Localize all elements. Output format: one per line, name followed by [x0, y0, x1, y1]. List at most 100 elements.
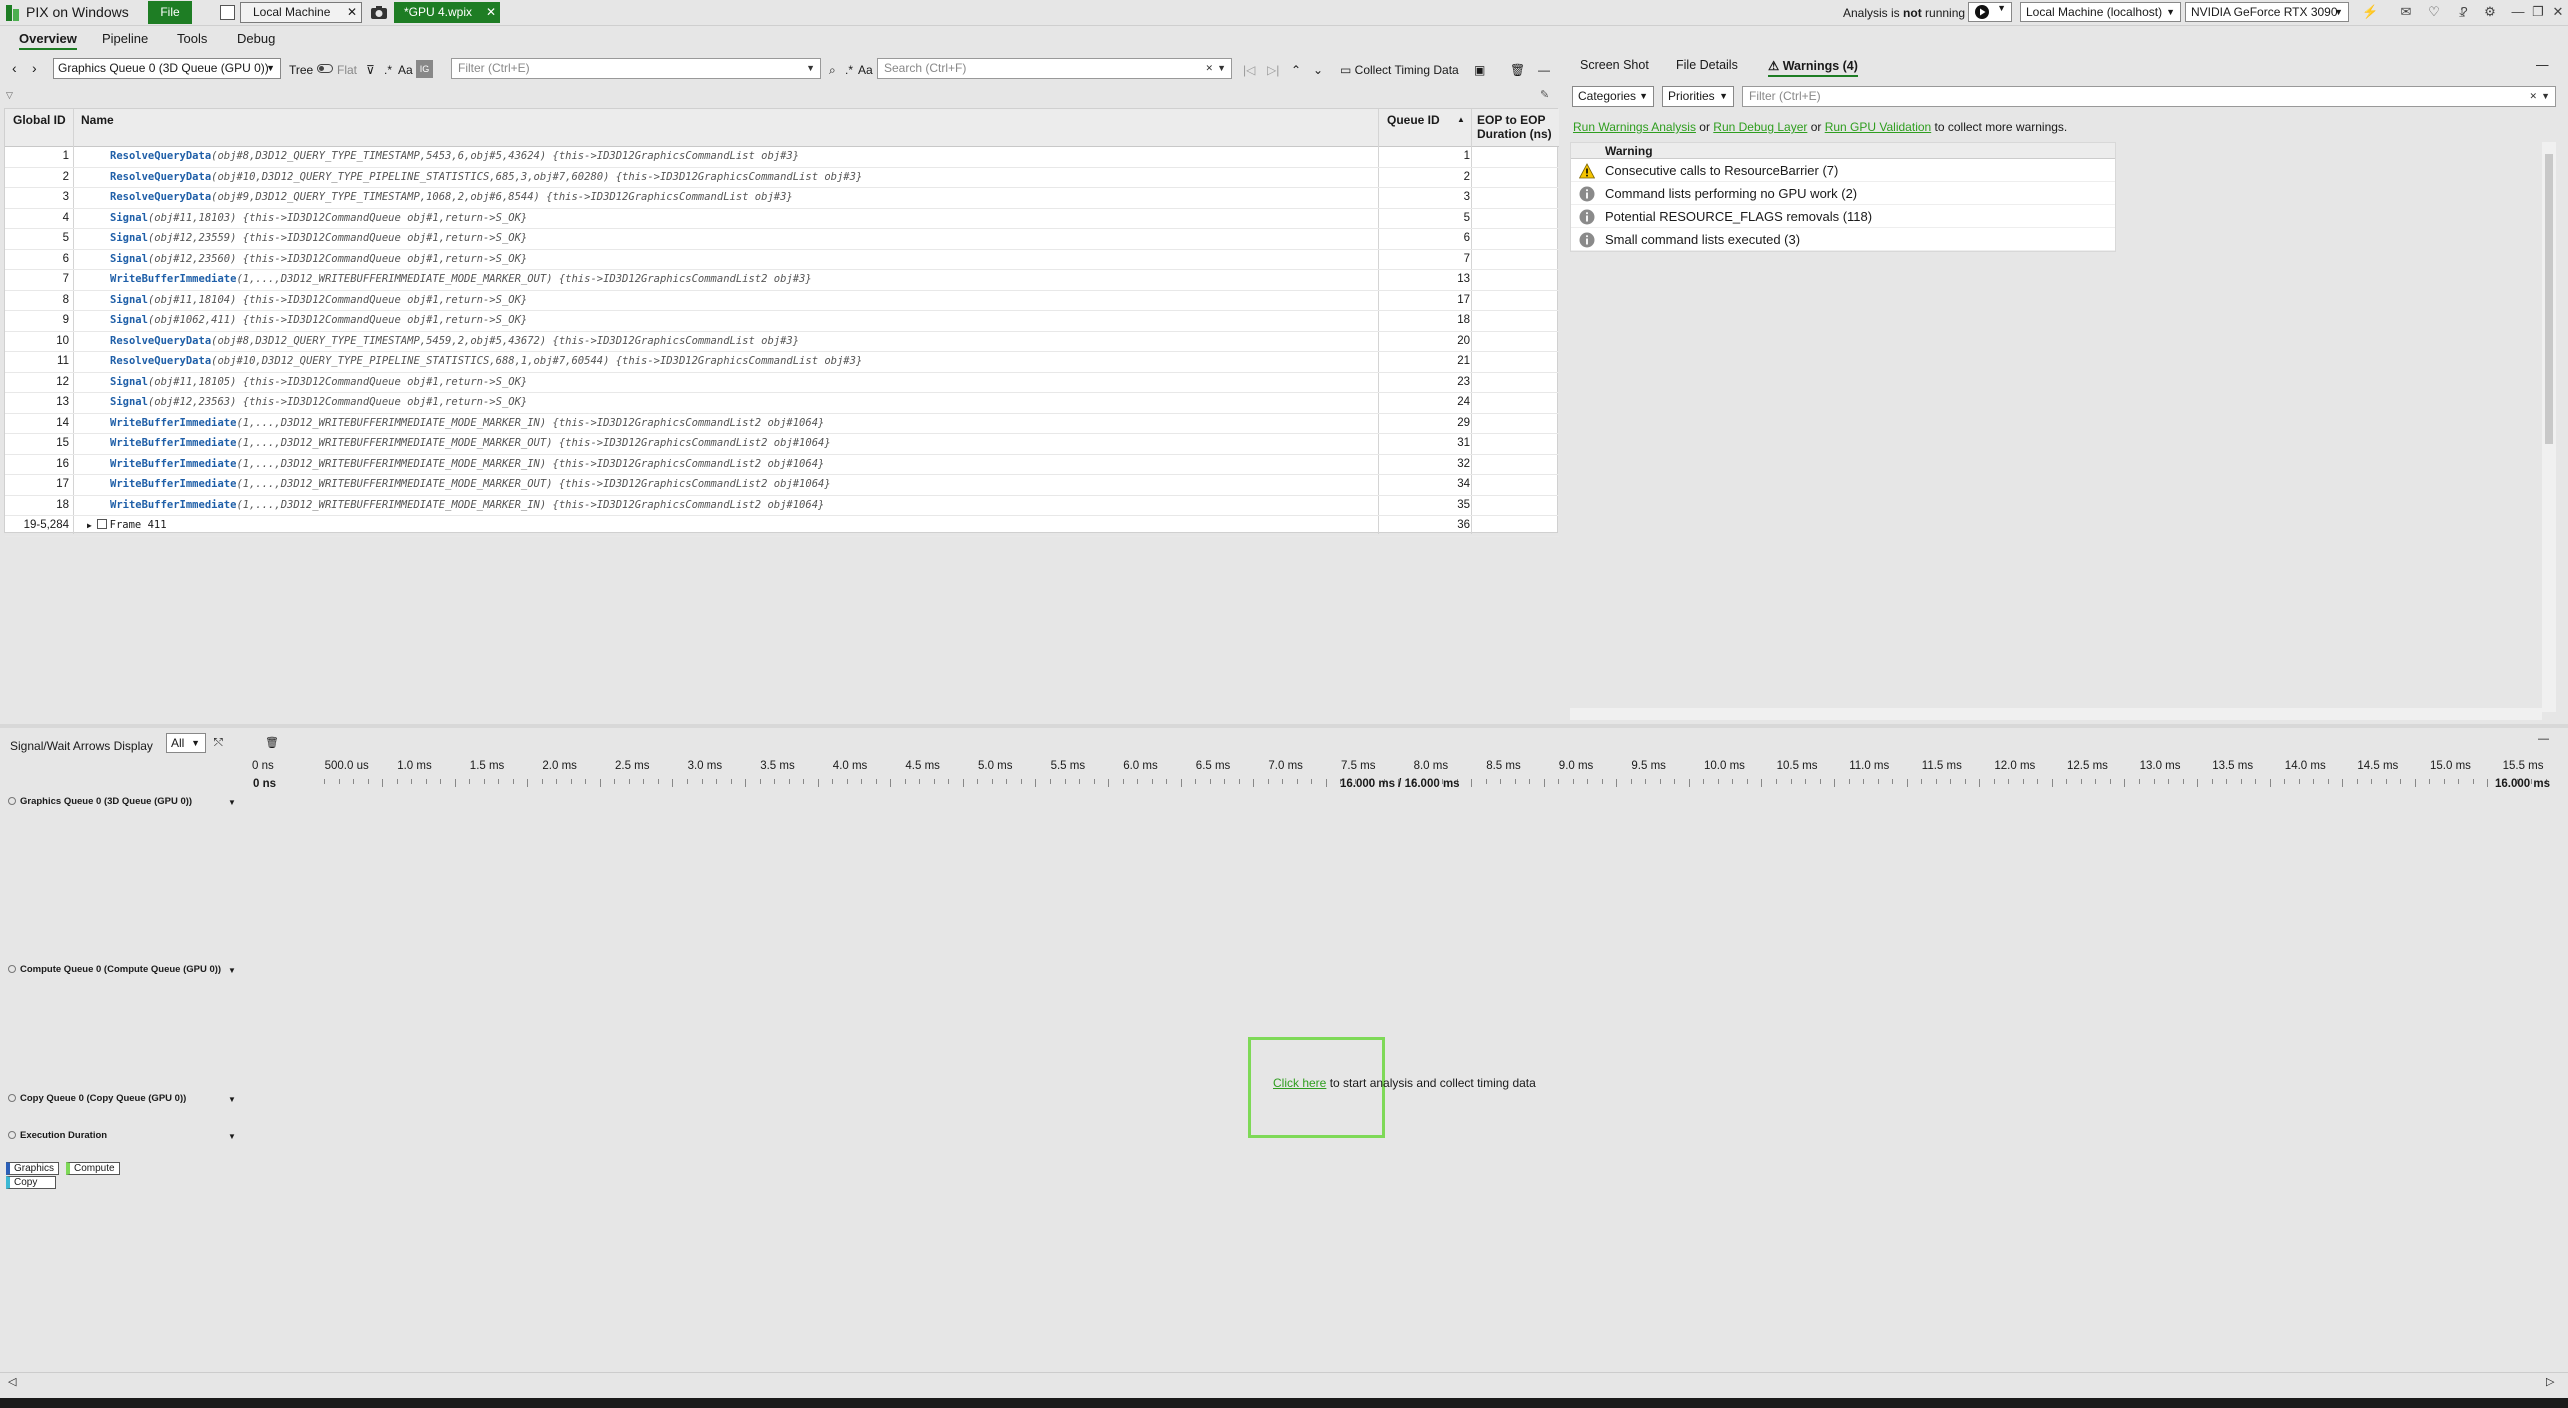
warnings-filter-input[interactable]: Filter (Ctrl+E) ✕ ▼ [1742, 86, 2556, 107]
run-debug-layer-link[interactable]: Run Debug Layer [1713, 120, 1807, 134]
warning-row[interactable]: Consecutive calls to ResourceBarrier (7) [1571, 159, 2115, 182]
clear-filter-icon[interactable]: ✕ [2529, 87, 2537, 106]
timeline-horizontal-scrollbar[interactable]: ◁ ▷ [0, 1372, 2568, 1390]
machine-select[interactable]: Local Machine (localhost) ▼ [2020, 2, 2181, 22]
filter-funnel-icon[interactable]: ▽ [6, 90, 13, 101]
expand-icon[interactable]: ▶ [87, 521, 97, 530]
run-warnings-analysis-link[interactable]: Run Warnings Analysis [1573, 120, 1696, 134]
collapse-panel-icon[interactable]: — [2536, 58, 2549, 72]
table-row[interactable]: 4 Signal(obj#11,18103) {this->ID3D12Comma… [5, 209, 1559, 229]
chevron-right-icon[interactable]: ▷ [2546, 1375, 2554, 1388]
search-input[interactable]: Search (Ctrl+F) ✕ ▼ [877, 58, 1232, 79]
chevron-down-icon[interactable]: ▼ [228, 798, 236, 807]
table-row[interactable]: 13 Signal(obj#12,23563) {this->ID3D12Comm… [5, 393, 1559, 414]
screenshot-icon[interactable]: ▣ [1474, 63, 1485, 77]
checkbox[interactable] [96, 519, 107, 529]
tab-local-machine[interactable]: Local Machine ✕ [240, 2, 362, 23]
match-case-toggle[interactable]: Aa [398, 63, 413, 77]
window-close-icon[interactable]: ✕ [2550, 4, 2566, 20]
collapse-panel-icon[interactable]: — [1538, 63, 1550, 77]
table-row[interactable]: 9 Signal(obj#1062,411) {this->ID3D12Comma… [5, 311, 1559, 332]
first-result-icon[interactable]: |◁ [1243, 63, 1255, 77]
gpu-select[interactable]: NVIDIA GeForce RTX 3090 ▼ [2185, 2, 2349, 22]
forward-icon[interactable]: › [32, 60, 37, 76]
categories-select[interactable]: Categories ▼ [1572, 86, 1654, 107]
tab-tools[interactable]: Tools [177, 31, 207, 46]
signal-wait-select[interactable]: All ▼ [166, 733, 206, 753]
settings-icon[interactable]: ⚙ [2482, 4, 2498, 20]
lane-graphics-queue[interactable]: Graphics Queue 0 (3D Queue (GPU 0)) [8, 796, 192, 807]
flat-view-toggle[interactable]: Flat [337, 63, 357, 77]
file-button[interactable]: File [148, 1, 192, 24]
tab-pipeline[interactable]: Pipeline [102, 31, 148, 46]
filter-funnel-icon[interactable]: ⊽ [366, 63, 375, 77]
priorities-select[interactable]: Priorities ▼ [1662, 86, 1734, 107]
table-row[interactable]: 14 WriteBufferImmediate(1,...,D3D12_WRITE… [5, 414, 1559, 434]
table-row[interactable]: 1 ResolveQueryData(obj#8,D3D12_QUERY_TYPE… [5, 147, 1559, 168]
tab-debug[interactable]: Debug [237, 31, 275, 46]
column-queue-id[interactable]: Queue ID [1387, 113, 1440, 127]
table-row[interactable]: 5 Signal(obj#12,23559) {this->ID3D12Comma… [5, 229, 1559, 250]
back-icon[interactable]: ‹ [12, 60, 17, 76]
warnings-column-header[interactable]: Warning [1571, 143, 2115, 159]
tab-file-details[interactable]: File Details [1676, 58, 1738, 72]
minimize-icon[interactable]: — [2510, 4, 2526, 20]
chevron-up-icon[interactable]: ⌃ [1291, 63, 1301, 77]
warning-row[interactable]: Small command lists executed (3) [1571, 228, 2115, 251]
table-row[interactable]: 2 ResolveQueryData(obj#10,D3D12_QUERY_TYP… [5, 168, 1559, 188]
search-icon[interactable]: ⌕ [829, 63, 836, 78]
table-row[interactable]: 17 WriteBufferImmediate(1,...,D3D12_WRITE… [5, 475, 1559, 496]
regex-icon[interactable]: .* [845, 63, 853, 77]
start-analysis-button[interactable]: ▼ [1968, 2, 2012, 22]
filter-input[interactable]: Filter (Ctrl+E) ▼ [451, 58, 821, 79]
chevron-down-icon[interactable]: ▼ [228, 1095, 236, 1104]
tab-gpu-capture[interactable]: *GPU 4.wpix ✕ [394, 2, 500, 23]
tab-overview[interactable]: Overview [19, 31, 77, 50]
table-row[interactable]: 15 WriteBufferImmediate(1,...,D3D12_WRITE… [5, 434, 1559, 455]
view-toggle-switch[interactable] [317, 64, 333, 73]
gpu-filter-icon[interactable]: IG [416, 60, 433, 78]
column-global-id[interactable]: Global ID [13, 113, 66, 127]
column-name[interactable]: Name [81, 113, 114, 127]
queue-select[interactable]: Graphics Queue 0 (3D Queue (GPU 0)) ▼ [53, 58, 281, 79]
warning-row[interactable]: Command lists performing no GPU work (2) [1571, 182, 2115, 205]
tab-warnings[interactable]: ⚠ Warnings (4) [1768, 58, 1858, 77]
table-row[interactable]: 16 WriteBufferImmediate(1,...,D3D12_WRITE… [5, 455, 1559, 475]
lane-compute-queue[interactable]: Compute Queue 0 (Compute Queue (GPU 0)) [8, 964, 221, 975]
help-icon[interactable]: ? [2456, 4, 2472, 20]
click-here-link[interactable]: Click here [1273, 1076, 1326, 1090]
chevron-left-icon[interactable]: ◁ [8, 1375, 16, 1388]
chevron-down-icon[interactable]: ▼ [228, 966, 236, 975]
heart-icon[interactable]: ♡ [2426, 4, 2442, 20]
match-case-toggle[interactable]: Aa [858, 63, 873, 77]
table-row[interactable]: 8 Signal(obj#11,18104) {this->ID3D12Comma… [5, 291, 1559, 311]
table-row[interactable]: 18 WriteBufferImmediate(1,...,D3D12_WRITE… [5, 496, 1559, 516]
vertical-scrollbar[interactable] [2542, 142, 2556, 712]
delete-icon[interactable]: 🗑 [1510, 63, 1525, 77]
chevron-down-icon[interactable]: ▼ [228, 1132, 236, 1141]
chevron-down-icon[interactable]: ⌄ [1313, 63, 1323, 77]
collect-timing-button[interactable]: ▭ Collect Timing Data [1340, 63, 1459, 77]
panel-splitter[interactable] [0, 724, 2568, 728]
restore-icon[interactable]: ❐ [2530, 4, 2546, 20]
table-row[interactable]: 3 ResolveQueryData(obj#9,D3D12_QUERY_TYPE… [5, 188, 1559, 209]
close-icon[interactable]: ✕ [486, 2, 496, 23]
column-eop-duration[interactable]: EOP to EOP Duration (ns) [1477, 113, 1552, 141]
tab-screenshot[interactable]: Screen Shot [1580, 58, 1649, 72]
clear-search-icon[interactable]: ✕ [1205, 59, 1213, 78]
last-result-icon[interactable]: ▷| [1267, 63, 1279, 77]
tree-view-toggle[interactable]: Tree [289, 63, 313, 77]
arrows-toggle-icon[interactable]: ⤲ [214, 737, 223, 750]
lightning-icon[interactable]: ⚡ [2362, 4, 2378, 20]
edit-icon[interactable]: ✎ [1540, 88, 1549, 101]
table-row[interactable]: 19-5,284 ▶ Frame 411 36 [5, 516, 1559, 537]
run-gpu-validation-link[interactable]: Run GPU Validation [1825, 120, 1932, 134]
table-row[interactable]: 10 ResolveQueryData(obj#8,D3D12_QUERY_TYP… [5, 332, 1559, 352]
warning-row[interactable]: Potential RESOURCE_FLAGS removals (118) [1571, 205, 2115, 228]
close-icon[interactable]: ✕ [347, 3, 357, 22]
table-row[interactable]: 11 ResolveQueryData(obj#10,D3D12_QUERY_TY… [5, 352, 1559, 373]
lane-copy-queue[interactable]: Copy Queue 0 (Copy Queue (GPU 0)) [8, 1093, 186, 1104]
regex-icon[interactable]: .* [384, 63, 392, 77]
delete-icon[interactable]: 🗑 [265, 736, 279, 749]
lane-execution-duration[interactable]: Execution Duration [8, 1130, 107, 1141]
